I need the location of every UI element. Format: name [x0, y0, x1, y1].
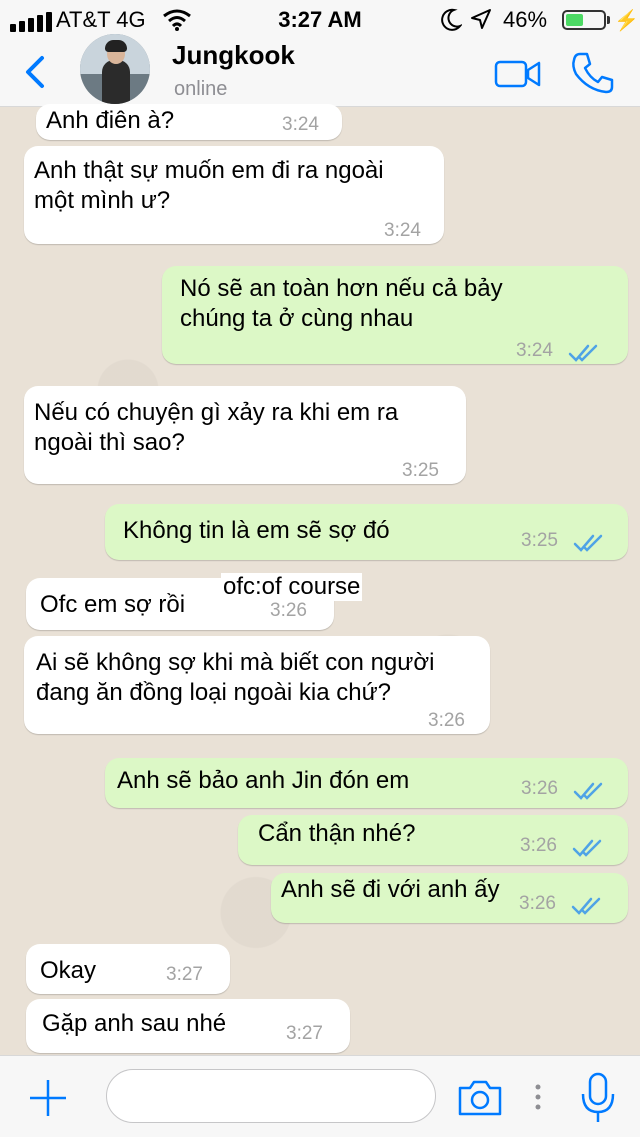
incoming-message[interactable]: Gặp anh sau nhé 3:27	[26, 999, 350, 1053]
message-text: Nếu có chuyện gì xảy ra khi em ra ngoài …	[34, 399, 399, 456]
message-time: 3:26	[270, 600, 307, 621]
message-text: Cẩn thận nhé?	[258, 820, 416, 847]
camera-icon[interactable]	[456, 1078, 504, 1118]
incoming-message[interactable]: Ai sẽ không sợ khi mà biết con người đan…	[24, 636, 490, 734]
microphone-icon[interactable]	[578, 1072, 618, 1124]
message-time: 3:24	[516, 340, 553, 361]
outgoing-message[interactable]: Anh sẽ bảo anh Jin đón em 3:26	[105, 758, 628, 808]
moon-icon	[441, 8, 462, 31]
contact-name[interactable]: Jungkook	[172, 40, 295, 71]
incoming-message[interactable]: Anh thật sự muốn em đi ra ngoài một mình…	[24, 146, 444, 244]
input-bar	[0, 1055, 640, 1137]
message-time: 3:25	[402, 460, 439, 481]
read-receipt-icon	[572, 839, 602, 857]
incoming-message[interactable]: Anh điên à? 3:24	[36, 104, 342, 140]
message-time: 3:24	[384, 220, 421, 241]
read-receipt-icon	[568, 344, 598, 362]
location-icon	[471, 9, 491, 29]
message-text: Ai sẽ không sợ khi mà biết con người đan…	[36, 649, 435, 706]
more-dots-icon[interactable]	[532, 1078, 544, 1118]
read-receipt-icon	[571, 897, 601, 915]
message-time: 3:27	[166, 964, 203, 985]
read-receipt-icon	[573, 534, 603, 552]
avatar[interactable]	[80, 34, 150, 104]
phone-icon[interactable]	[570, 50, 616, 96]
message-time: 3:26	[520, 835, 557, 856]
message-time: 3:27	[286, 1023, 323, 1044]
plus-icon[interactable]	[28, 1078, 68, 1118]
video-call-icon[interactable]	[494, 58, 542, 90]
outgoing-message[interactable]: Nó sẽ an toàn hơn nếu cả bảy chúng ta ở …	[162, 266, 628, 364]
message-text: Nó sẽ an toàn hơn nếu cả bảy chúng ta ở …	[180, 275, 503, 332]
incoming-message[interactable]: Okay 3:27	[26, 944, 230, 994]
contact-status: online	[174, 78, 228, 100]
back-chevron-icon[interactable]	[22, 52, 48, 92]
incoming-message[interactable]: Nếu có chuyện gì xảy ra khi em ra ngoài …	[24, 386, 466, 484]
outgoing-message[interactable]: Cẩn thận nhé? 3:26	[238, 815, 628, 865]
outgoing-message[interactable]: Không tin là em sẽ sợ đó 3:25	[105, 504, 628, 560]
read-receipt-icon	[573, 782, 603, 800]
message-time: 3:26	[519, 893, 556, 914]
battery-level	[566, 14, 583, 26]
message-text: Anh sẽ đi với anh ấy	[281, 876, 500, 903]
battery-icon	[562, 10, 606, 30]
message-text: Anh thật sự muốn em đi ra ngoài một mình…	[34, 157, 384, 214]
battery-tip	[607, 16, 610, 24]
charging-icon: ⚡	[614, 10, 639, 32]
outgoing-message[interactable]: Anh sẽ đi với anh ấy 3:26	[271, 873, 628, 923]
annotation-note: ofc:of course	[221, 573, 363, 601]
message-time: 3:26	[428, 710, 465, 731]
message-input[interactable]	[106, 1069, 436, 1123]
message-time: 3:25	[521, 530, 558, 551]
message-time: 3:24	[282, 114, 319, 135]
chat-header: Jungkook online	[0, 34, 640, 107]
message-time: 3:26	[521, 778, 558, 799]
battery-percent: 46%	[503, 7, 548, 32]
